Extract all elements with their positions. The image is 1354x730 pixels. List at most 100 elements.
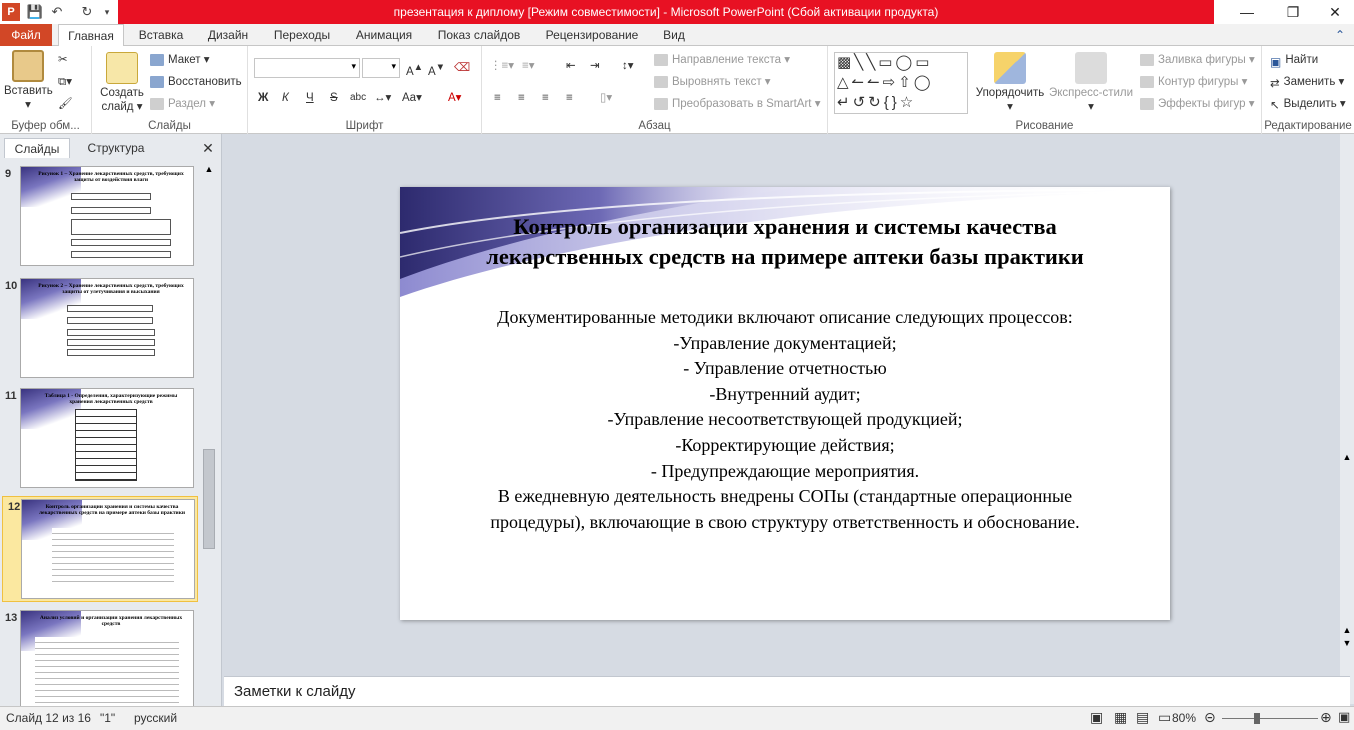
slide-thumbnail-9[interactable]: 9 Рисунок 1 – Хранение лекарственных сре… (0, 164, 204, 268)
reading-view-icon[interactable]: ▤ (1136, 709, 1149, 726)
bullets-icon[interactable]: ⋮≡▾ (490, 58, 514, 74)
shape-outline-button[interactable]: Контур фигуры ▾ (1140, 74, 1247, 90)
slide-thumbnail-10[interactable]: 10 Рисунок 2 – Хранение лекарственных ср… (0, 276, 204, 380)
slide-thumbnail-11[interactable]: 11 Таблица 1 - Определения, характеризую… (0, 386, 204, 490)
save-icon[interactable]: 💾 (26, 3, 44, 21)
fit-to-window-icon[interactable]: ▣ (1338, 709, 1350, 725)
convert-smartart-button[interactable]: Преобразовать в SmartArt ▾ (654, 96, 820, 112)
tab-transitions[interactable]: Переходы (264, 24, 340, 46)
select-button[interactable]: ↖ Выделить ▾ (1270, 96, 1346, 112)
scroll-up-icon[interactable]: ▲ (1341, 452, 1353, 466)
tab-home[interactable]: Главная (58, 24, 124, 47)
ribbon-minimize-icon[interactable]: ⌃ (1330, 24, 1350, 46)
zoom-slider[interactable] (1222, 718, 1318, 719)
shape-effects-button[interactable]: Эффекты фигур ▾ (1140, 96, 1255, 112)
maximize-button[interactable]: ❐ (1270, 0, 1316, 24)
quick-styles-icon (1075, 52, 1107, 84)
reset-button[interactable]: Восстановить (150, 74, 242, 90)
numbering-icon[interactable]: ≡▾ (522, 58, 534, 74)
scrollbar-thumb[interactable] (203, 449, 215, 549)
char-spacing-icon[interactable]: ↔▾ (374, 90, 391, 106)
scroll-up-icon[interactable]: ▲ (202, 164, 216, 174)
tab-file[interactable]: Файл (0, 24, 52, 46)
font-family-select[interactable]: ▾ (254, 58, 360, 78)
clear-format-icon[interactable]: ⌫ (454, 60, 470, 76)
replace-button[interactable]: ⇄ Заменить ▾ (1270, 74, 1344, 90)
powerpoint-logo-icon[interactable]: P (2, 3, 20, 21)
slide-number: 12 (8, 501, 21, 513)
tab-view[interactable]: Вид (654, 24, 694, 46)
zoom-out-icon[interactable]: ⊝ (1204, 709, 1216, 726)
align-left-icon[interactable]: ≡ (494, 90, 501, 106)
group-clipboard: Вставить ▾ ✂ ⧉▾ 🖌 Буфер обм... (0, 46, 92, 134)
italic-button[interactable]: К (282, 90, 289, 106)
minimize-button[interactable]: — (1224, 0, 1270, 24)
language-indicator[interactable]: русский (134, 711, 177, 725)
align-right-icon[interactable]: ≡ (542, 90, 549, 106)
slides-scrollbar[interactable]: ▲ (202, 164, 216, 704)
paste-button[interactable]: Вставить ▾ (4, 50, 53, 112)
tab-slides[interactable]: Слайды (4, 138, 70, 158)
notes-field[interactable]: Заметки к слайду (224, 676, 1350, 706)
layout-button[interactable]: Макет ▾ (150, 52, 210, 68)
arrange-button[interactable]: Упорядочить ▾ (974, 52, 1046, 114)
tab-review[interactable]: Рецензирование (536, 24, 648, 46)
slide-thumbnail-12[interactable]: 12 Контроль организации хранения и систе… (2, 496, 198, 602)
format-painter-icon[interactable]: 🖌 (58, 96, 73, 112)
slide-title[interactable]: Контроль организации хранения и системы … (460, 212, 1110, 272)
line-spacing-icon[interactable]: ↕▾ (622, 58, 634, 74)
zoom-level[interactable]: 80% (1172, 711, 1196, 725)
text-direction-icon (654, 53, 668, 66)
increase-indent-icon[interactable]: ⇥ (590, 58, 600, 74)
thumbnail-title: Контроль организации хранения и системы … (38, 504, 186, 516)
bold-button[interactable]: Ж (258, 90, 268, 106)
columns-icon[interactable]: ▯▾ (600, 90, 612, 106)
tab-outline[interactable]: Структура (76, 138, 156, 158)
align-text-button[interactable]: Выровнять текст ▾ (654, 74, 771, 90)
normal-view-icon[interactable]: ▣ (1090, 709, 1103, 726)
current-slide[interactable]: Контроль организации хранения и системы … (400, 187, 1170, 620)
grow-font-icon[interactable]: A▲ (406, 60, 423, 80)
redo-icon[interactable]: ↻ (78, 3, 96, 21)
slideshow-view-icon[interactable]: ▭ (1158, 709, 1171, 726)
prev-next-slide-icon[interactable]: ▲ ▼ (1341, 624, 1353, 664)
zoom-in-icon[interactable]: ⊕ (1320, 709, 1332, 726)
change-case-icon[interactable]: Aa▾ (402, 90, 422, 106)
new-slide-button[interactable]: Создать слайд ▾ (98, 52, 146, 114)
find-button[interactable]: ▣ Найти (1270, 52, 1318, 69)
strikethrough-button[interactable]: S (330, 90, 338, 106)
underline-button[interactable]: Ч (306, 90, 314, 106)
theme-name[interactable]: "1" (100, 711, 115, 725)
font-size-select[interactable]: ▾ (362, 58, 400, 78)
undo-icon[interactable]: ↶ (48, 3, 66, 21)
copy-icon[interactable]: ⧉▾ (58, 74, 72, 90)
tab-slideshow[interactable]: Показ слайдов (428, 24, 530, 46)
group-editing: ▣ Найти ⇄ Заменить ▾ ↖ Выделить ▾ Редактиро… (1262, 46, 1354, 134)
customize-toolbar-icon[interactable]: ▾ (98, 3, 116, 21)
close-pane-icon[interactable]: ✕ (200, 138, 216, 158)
justify-icon[interactable]: ≡ (566, 90, 573, 106)
thumbnail-title: Таблица 1 - Определения, характеризующие… (44, 393, 178, 405)
tab-design[interactable]: Дизайн (198, 24, 258, 46)
font-color-icon[interactable]: A▾ (448, 90, 461, 106)
quick-styles-button[interactable]: Экспресс-стили ▾ (1048, 52, 1134, 114)
cut-icon[interactable]: ✂ (58, 52, 68, 68)
shrink-font-icon[interactable]: A▼ (428, 60, 445, 80)
close-button[interactable]: ✕ (1316, 0, 1354, 24)
smartart-icon (654, 97, 668, 110)
editor-scrollbar[interactable]: ▲ ▲ ▼ (1340, 134, 1354, 704)
slide-sorter-icon[interactable]: ▦ (1114, 709, 1127, 726)
shape-fill-button[interactable]: Заливка фигуры ▾ (1140, 52, 1255, 68)
shadow-button[interactable]: abc (350, 90, 366, 106)
decrease-indent-icon[interactable]: ⇤ (566, 58, 576, 74)
zoom-slider-thumb[interactable] (1254, 713, 1260, 724)
slide-body[interactable]: Документированные методики включают опис… (470, 305, 1100, 535)
tab-insert[interactable]: Вставка (130, 24, 192, 46)
tab-animations[interactable]: Анимация (346, 24, 422, 46)
section-icon (150, 97, 164, 110)
align-center-icon[interactable]: ≡ (518, 90, 525, 106)
section-button[interactable]: Раздел ▾ (150, 96, 215, 112)
text-direction-button[interactable]: Направление текста ▾ (654, 52, 790, 68)
shapes-gallery[interactable]: ▩╲╲▭◯▭ △↼↼⇨⇧◯ ↵↺↻{}☆ (834, 52, 968, 114)
slide-thumbnail-13[interactable]: 13 Анализ условий и организации хранения… (0, 608, 204, 712)
